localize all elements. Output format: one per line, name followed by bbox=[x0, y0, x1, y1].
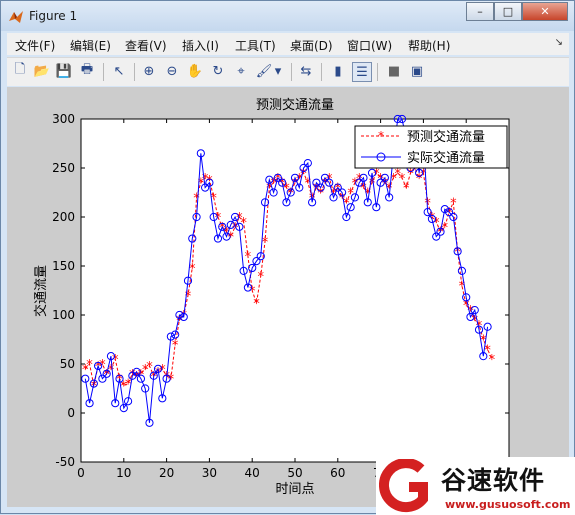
x-tick-label: 20 bbox=[159, 466, 174, 480]
watermark-logo bbox=[379, 459, 428, 513]
x-tick-label: 0 bbox=[77, 466, 85, 480]
predicted-point: * bbox=[86, 358, 93, 373]
y-tick-label: 250 bbox=[52, 161, 75, 175]
x-tick-label: 40 bbox=[245, 466, 260, 480]
watermark-url: www.gusuosoft.com bbox=[445, 498, 571, 511]
predicted-point: * bbox=[403, 182, 410, 197]
predicted-point: * bbox=[112, 353, 119, 368]
predicted-point: * bbox=[245, 250, 252, 265]
watermark-text: 谷速软件 bbox=[441, 466, 546, 495]
x-tick-label: 60 bbox=[330, 466, 345, 480]
y-axis-label: 交通流量 bbox=[33, 265, 49, 317]
predicted-point: * bbox=[489, 353, 496, 368]
y-tick-label: 150 bbox=[52, 259, 75, 273]
y-tick-label: 50 bbox=[60, 357, 75, 371]
y-tick-label: 300 bbox=[52, 112, 75, 126]
legend-predicted-marker: * bbox=[378, 129, 384, 143]
plot-area bbox=[80, 118, 510, 463]
predicted-point: * bbox=[168, 373, 175, 388]
predicted-point: * bbox=[172, 338, 179, 353]
legend-actual-label: 实际交通流量 bbox=[407, 150, 485, 166]
x-tick-label: 10 bbox=[116, 466, 131, 480]
matlab-figure-window: Figure 1 – □ ✕ 文件(F) 编辑(E) 查看(V) 插入(I) 工… bbox=[0, 0, 575, 515]
predicted-point: * bbox=[193, 191, 200, 206]
x-axis-label: 时间点 bbox=[275, 482, 314, 497]
x-tick-label: 30 bbox=[202, 466, 217, 480]
predicted-point: * bbox=[258, 270, 265, 285]
y-tick-label: 100 bbox=[52, 308, 75, 322]
traffic-chart: 预测交通流量 时间点 交通流量 0102030405060708090100-5… bbox=[33, 97, 520, 497]
y-tick-label: 0 bbox=[67, 406, 75, 420]
predicted-point: * bbox=[253, 297, 260, 312]
legend-predicted-label: 预测交通流量 bbox=[407, 129, 485, 145]
x-tick-label: 50 bbox=[287, 466, 302, 480]
predicted-point: * bbox=[262, 236, 269, 251]
y-tick-label: -50 bbox=[55, 455, 75, 469]
chart-title: 预测交通流量 bbox=[256, 97, 334, 113]
legend: * 预测交通流量 实际交通流量 bbox=[354, 125, 508, 169]
y-tick-label: 200 bbox=[52, 210, 75, 224]
